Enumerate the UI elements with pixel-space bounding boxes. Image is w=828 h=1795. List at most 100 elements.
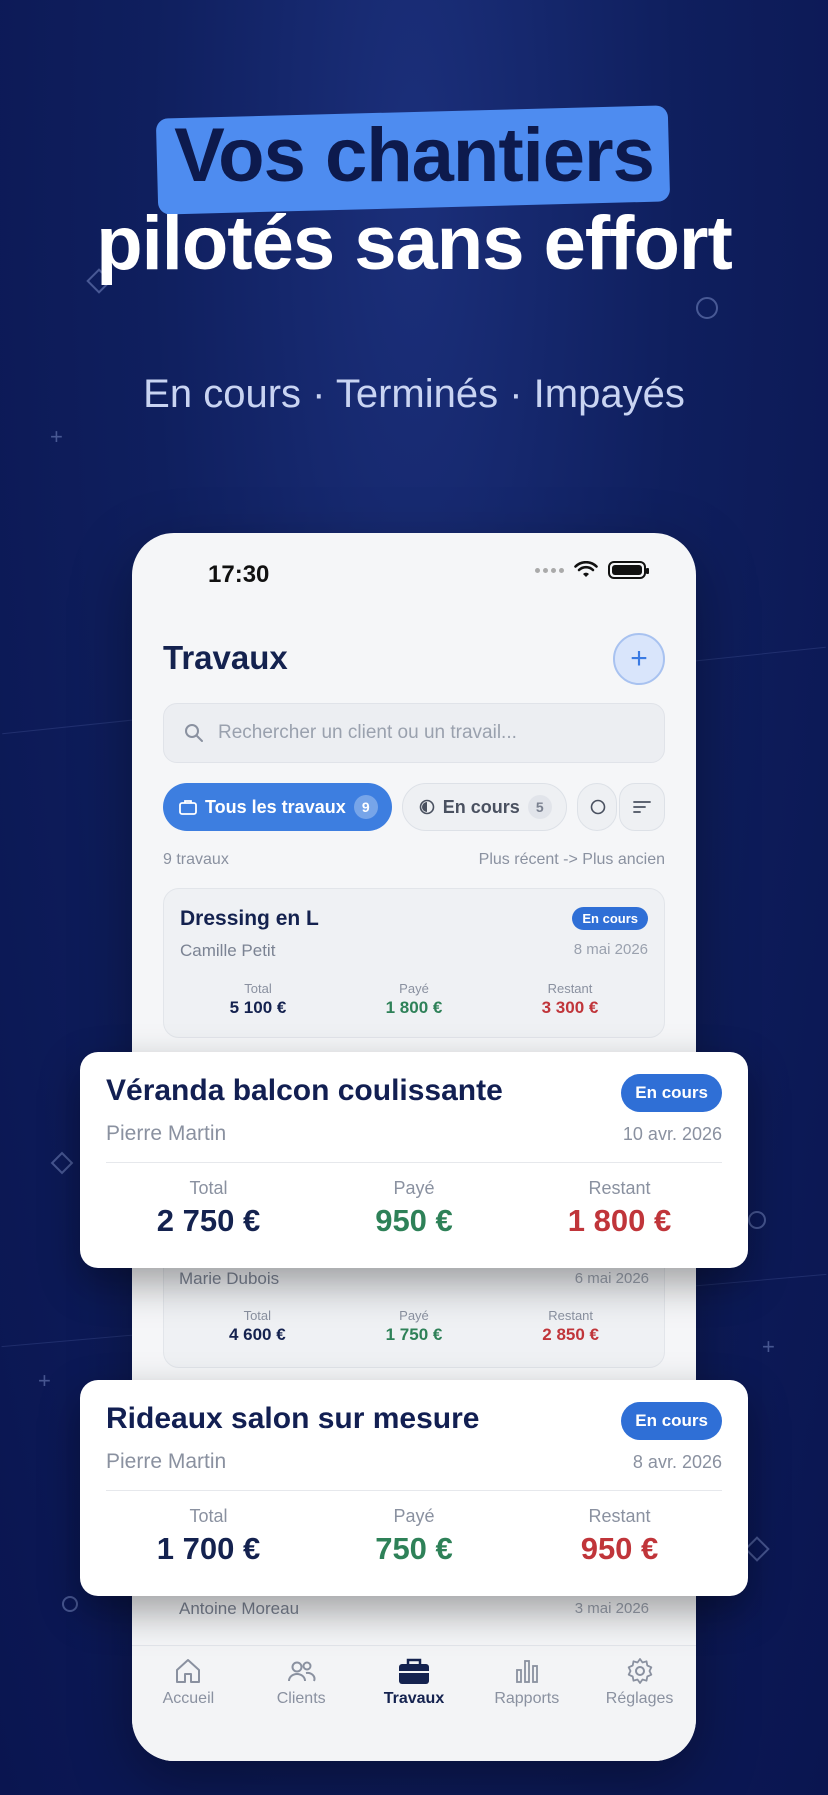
status-badge: En cours: [572, 907, 648, 930]
job-date: 3 mai 2026: [574, 1600, 649, 1617]
tab-reports[interactable]: Rapports: [472, 1656, 582, 1761]
hero-title-line2: pilotés sans effort: [96, 201, 733, 286]
sort-icon: [633, 801, 651, 813]
list-meta: 9 travaux Plus récent -> Plus ancien: [163, 851, 665, 869]
circle-deco-icon: [696, 297, 718, 319]
total-value: 1 700 €: [156, 1531, 261, 1566]
users-icon: [288, 1661, 316, 1682]
divider: [106, 1162, 722, 1163]
tab-settings[interactable]: Réglages: [585, 1656, 695, 1761]
paid-label: Payé: [393, 1178, 435, 1198]
tab-label: Rapports: [494, 1690, 560, 1707]
diamond-deco-icon: [50, 1151, 74, 1175]
rest-value: 3 300 €: [541, 998, 599, 1017]
plus-deco-icon: +: [38, 1368, 51, 1393]
job-client: Antoine Moreau: [179, 1599, 300, 1618]
status-badge: En cours: [621, 1074, 722, 1112]
total-value: 5 100 €: [229, 998, 287, 1017]
paid-label: Payé: [399, 1308, 429, 1323]
job-count: 9 travaux: [163, 851, 229, 868]
rest-label: Restant: [588, 1506, 651, 1526]
gear-icon: [627, 1658, 652, 1684]
tab-clients[interactable]: Clients: [246, 1656, 356, 1761]
filter-chip-count: 5: [527, 795, 552, 819]
job-title: Dressing en L: [180, 907, 319, 930]
diamond-deco-icon: [744, 1536, 770, 1562]
paid-value: 1 750 €: [385, 1325, 443, 1344]
job-date: 6 mai 2026: [574, 1270, 649, 1287]
wifi-icon: [574, 561, 598, 577]
job-client: Pierre Martin: [106, 1450, 227, 1473]
rest-label: Restant: [548, 1308, 594, 1323]
search-input[interactable]: [218, 722, 638, 744]
rest-value: 950 €: [580, 1531, 659, 1566]
job-client: Camille Petit: [180, 941, 276, 960]
job-client: Marie Dubois: [179, 1269, 280, 1288]
paid-value: 750 €: [375, 1531, 453, 1566]
search-bar[interactable]: [163, 703, 665, 763]
job-title: Véranda balcon coulissante: [106, 1074, 503, 1107]
job-client: Pierre Martin: [106, 1122, 227, 1145]
total-label: Total: [189, 1506, 228, 1526]
filter-chip-in-progress[interactable]: En cours 5: [401, 783, 567, 831]
sort-label[interactable]: Plus récent -> Plus ancien: [479, 851, 665, 869]
battery-icon: [608, 561, 649, 579]
job-card[interactable]: Dressing en L En cours Camille Petit 8 m…: [163, 888, 665, 1038]
status-icons: [535, 561, 649, 579]
paid-label: Payé: [399, 981, 429, 996]
chart-icon: [515, 1660, 538, 1683]
status-time: 17:30: [208, 561, 270, 588]
tab-label: Accueil: [162, 1690, 215, 1707]
paid-value: 1 800 €: [385, 998, 443, 1017]
rest-label: Restant: [547, 981, 593, 996]
filter-chips: Tous les travaux 9 En cours 5: [163, 783, 617, 831]
job-amounts: Total 4 600 € Payé 1 750 € Restant 2 850 €: [179, 1308, 649, 1345]
circle-deco-icon: [62, 1596, 78, 1612]
hero-subtitle: En cours · Terminés · Impayés: [143, 372, 685, 416]
progress-icon: [419, 799, 435, 815]
signal-icon: [535, 567, 564, 573]
rest-value: 2 850 €: [542, 1325, 599, 1344]
tab-label: Travaux: [383, 1690, 445, 1707]
tab-bar: Accueil Clients Travaux Rapports Réglage…: [132, 1645, 696, 1761]
page-title: Travaux: [163, 639, 288, 676]
filter-chip-count: 9: [353, 795, 378, 819]
total-label: Total: [189, 1178, 228, 1198]
tab-label: Réglages: [605, 1690, 674, 1707]
briefcase-icon: [398, 1658, 429, 1684]
job-date: 8 avr. 2026: [632, 1452, 722, 1472]
paid-value: 950 €: [375, 1203, 453, 1238]
search-icon: [185, 724, 203, 742]
job-amounts: Total 5 100 € Payé 1 800 € Restant 3 300 €: [180, 981, 648, 1018]
circle-deco-icon: [748, 1211, 766, 1229]
filter-chip-more[interactable]: [576, 783, 617, 831]
tab-label: Clients: [276, 1690, 326, 1707]
add-job-button[interactable]: +: [613, 633, 665, 685]
featured-job-card[interactable]: Véranda balcon coulissante En cours Pier…: [80, 1052, 748, 1268]
plus-deco-icon: +: [762, 1334, 775, 1359]
rest-label: Restant: [588, 1178, 651, 1198]
total-label: Total: [243, 1308, 272, 1323]
sort-button[interactable]: [619, 783, 665, 831]
total-label: Total: [244, 981, 272, 996]
home-icon: [176, 1659, 201, 1683]
divider: [106, 1490, 722, 1491]
total-value: 4 600 €: [228, 1325, 286, 1344]
filter-chip-label: En cours: [442, 796, 520, 817]
tab-jobs[interactable]: Travaux: [359, 1656, 469, 1761]
status-badge: En cours: [621, 1402, 722, 1440]
tab-home[interactable]: Accueil: [133, 1656, 243, 1761]
job-amounts: Total 1 700 € Payé 750 € Restant 950 €: [106, 1506, 722, 1567]
job-date: 8 mai 2026: [573, 941, 648, 958]
job-amounts: Total 2 750 € Payé 950 € Restant 1 800 €: [106, 1178, 722, 1239]
rest-value: 1 800 €: [567, 1203, 672, 1238]
unpaid-icon: [590, 799, 606, 815]
job-title: Rideaux salon sur mesure: [106, 1402, 480, 1435]
featured-job-card[interactable]: Rideaux salon sur mesure En cours Pierre…: [80, 1380, 748, 1596]
paid-label: Payé: [393, 1506, 435, 1526]
hero-title-line1: Vos chantiers: [174, 113, 655, 198]
job-date: 10 avr. 2026: [622, 1124, 722, 1144]
filter-chip-all[interactable]: Tous les travaux 9: [163, 783, 392, 831]
plus-icon: +: [630, 642, 648, 675]
total-value: 2 750 €: [156, 1203, 261, 1238]
